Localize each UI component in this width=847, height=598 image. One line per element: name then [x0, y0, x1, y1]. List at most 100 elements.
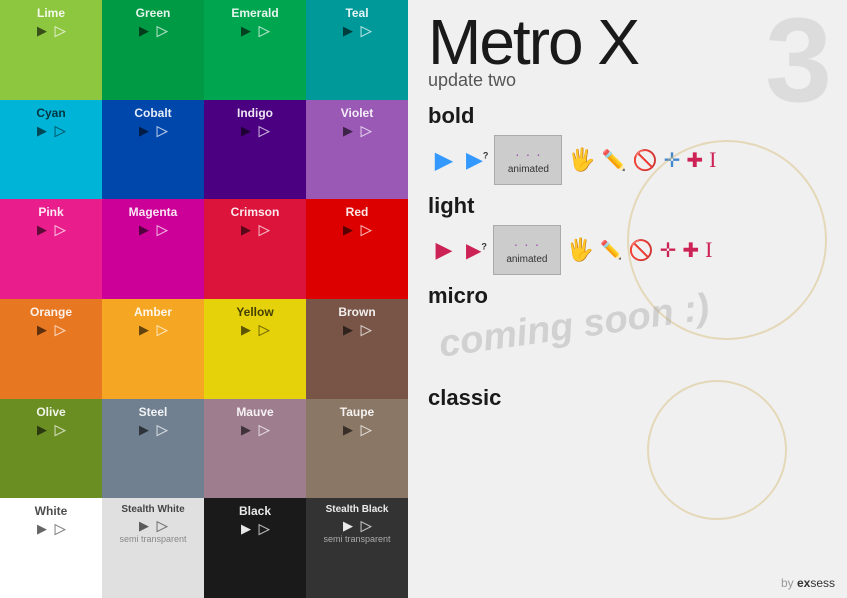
- tile-cobalt[interactable]: Cobalt ▶ ▶: [102, 100, 204, 200]
- cursor-outline: ▶: [55, 223, 65, 236]
- bold-animated-box: · · · animated: [494, 135, 562, 185]
- color-tile-grid: Lime ▶ ▶ Green ▶ ▶ Emerald ▶ ▶ Teal ▶ ▶ …: [0, 0, 408, 598]
- cursor-normal: ▶: [343, 24, 353, 37]
- cursor-outline: ▶: [259, 223, 269, 236]
- tile-white[interactable]: White ▶ ▶: [0, 498, 102, 598]
- tile-taupe[interactable]: Taupe ▶ ▶: [306, 399, 408, 499]
- cursor-outline: ▶: [55, 522, 65, 535]
- tile-cyan[interactable]: Cyan ▶ ▶: [0, 100, 102, 200]
- tile-pink-label: Pink: [38, 205, 63, 219]
- tile-magenta-label: Magenta: [129, 205, 178, 219]
- cursor-normal: ▶: [343, 423, 353, 436]
- cursor-normal: ▶: [37, 124, 47, 137]
- tile-steel[interactable]: Steel ▶ ▶: [102, 399, 204, 499]
- light-animated-box: · · · animated: [493, 225, 561, 275]
- tile-green-label: Green: [136, 6, 171, 20]
- tile-cyan-label: Cyan: [36, 106, 65, 120]
- coming-soon-area: coming soon :): [428, 315, 827, 375]
- tile-yellow-label: Yellow: [236, 305, 273, 319]
- cursor-outline: ▶: [55, 24, 65, 37]
- tile-olive[interactable]: Olive ▶ ▶: [0, 399, 102, 499]
- cursor-normal: ▶: [139, 24, 149, 37]
- tile-mauve[interactable]: Mauve ▶ ▶: [204, 399, 306, 499]
- cursor-outline: ▶: [259, 323, 269, 336]
- tile-amber-label: Amber: [134, 305, 172, 319]
- cursor-normal: ▶: [241, 24, 251, 37]
- cursor-normal: ▶: [139, 423, 149, 436]
- tile-brown-label: Brown: [338, 305, 375, 319]
- tile-lime[interactable]: Lime ▶ ▶: [0, 0, 102, 100]
- footer-credit: by exsess: [781, 576, 835, 590]
- tile-olive-label: Olive: [36, 405, 65, 419]
- cursor-outline: ▶: [157, 519, 167, 532]
- animated-dots-light: · · ·: [514, 236, 541, 252]
- tile-red-label: Red: [346, 205, 369, 219]
- light-no-cursor: 🚫: [629, 238, 654, 263]
- tile-emerald[interactable]: Emerald ▶ ▶: [204, 0, 306, 100]
- cursor-normal: ▶: [37, 522, 47, 535]
- tile-lime-label: Lime: [37, 6, 65, 20]
- light-cursor-row: ▶ ▶? · · · animated 🖐 ✏️ 🚫 ✛ ✚ I: [428, 225, 827, 275]
- tile-violet-label: Violet: [341, 106, 373, 120]
- cursor-outline: ▶: [361, 323, 371, 336]
- cursor-outline: ▶: [157, 24, 167, 37]
- cursor-outline: ▶: [259, 423, 269, 436]
- tile-indigo[interactable]: Indigo ▶ ▶: [204, 100, 306, 200]
- light-pen-cursor: ✏️: [600, 240, 622, 261]
- cursor-normal: ▶: [343, 519, 353, 532]
- tile-amber[interactable]: Amber ▶ ▶: [102, 299, 204, 399]
- by-text: by: [781, 576, 797, 590]
- light-hand-cursor: 🖐: [567, 237, 594, 263]
- cursor-normal: ▶: [241, 423, 251, 436]
- light-move-cursor: ✛: [660, 238, 677, 263]
- light-cross-cursor: ✚: [682, 238, 699, 263]
- cursor-normal: ▶: [37, 323, 47, 336]
- section-classic-label: classic: [428, 385, 827, 411]
- cursor-normal: ▶: [37, 423, 47, 436]
- tile-mauve-label: Mauve: [236, 405, 273, 419]
- animated-label-light: animated: [506, 254, 547, 265]
- tile-crimson[interactable]: Crimson ▶ ▶: [204, 199, 306, 299]
- cursor-outline: ▶: [55, 323, 65, 336]
- bold-move-cursor: ✛: [664, 148, 681, 173]
- tile-orange[interactable]: Orange ▶ ▶: [0, 299, 102, 399]
- cursor-outline: ▶: [361, 124, 371, 137]
- cursor-outline: ▶: [157, 124, 167, 137]
- cursor-outline: ▶: [361, 24, 371, 37]
- tile-green[interactable]: Green ▶ ▶: [102, 0, 204, 100]
- light-help-cursor: ▶?: [466, 238, 487, 263]
- cursor-normal: ▶: [241, 323, 251, 336]
- bold-arrow-cursor: ▶: [428, 144, 460, 176]
- bold-cross-cursor: ✚: [686, 148, 703, 173]
- cursor-outline: ▶: [361, 423, 371, 436]
- light-ibeam-cursor: I: [705, 237, 712, 263]
- cursor-normal: ▶: [343, 124, 353, 137]
- tile-indigo-label: Indigo: [237, 106, 273, 120]
- tile-pink[interactable]: Pink ▶ ▶: [0, 199, 102, 299]
- tile-yellow[interactable]: Yellow ▶ ▶: [204, 299, 306, 399]
- cursor-outline: ▶: [361, 223, 371, 236]
- cursor-outline: ▶: [259, 124, 269, 137]
- tile-brown[interactable]: Brown ▶ ▶: [306, 299, 408, 399]
- tile-stealth-black[interactable]: Stealth Black ▶ ▶ semi transparent: [306, 498, 408, 598]
- bold-hand-cursor: 🖐: [568, 147, 595, 173]
- cursor-outline: ▶: [157, 423, 167, 436]
- cursor-normal: ▶: [343, 223, 353, 236]
- bold-no-cursor: 🚫: [633, 148, 658, 173]
- bold-pen-cursor: ✏️: [602, 148, 627, 173]
- tile-violet[interactable]: Violet ▶ ▶: [306, 100, 408, 200]
- title-row: Metro X 3: [428, 10, 827, 74]
- ex-text: ex: [797, 576, 810, 590]
- metro-text: Metro X: [428, 6, 638, 78]
- cursor-normal: ▶: [241, 223, 251, 236]
- tile-magenta[interactable]: Magenta ▶ ▶: [102, 199, 204, 299]
- tile-black[interactable]: Black ▶ ▶: [204, 498, 306, 598]
- tile-stealth-white-label: Stealth White: [121, 504, 184, 515]
- cursor-outline: ▶: [259, 522, 269, 535]
- tile-stealth-white[interactable]: Stealth White ▶ ▶ semi transparent: [102, 498, 204, 598]
- tile-teal[interactable]: Teal ▶ ▶: [306, 0, 408, 100]
- tile-white-label: White: [35, 504, 68, 518]
- tile-red[interactable]: Red ▶ ▶: [306, 199, 408, 299]
- cursor-normal: ▶: [241, 124, 251, 137]
- tile-taupe-label: Taupe: [340, 405, 374, 419]
